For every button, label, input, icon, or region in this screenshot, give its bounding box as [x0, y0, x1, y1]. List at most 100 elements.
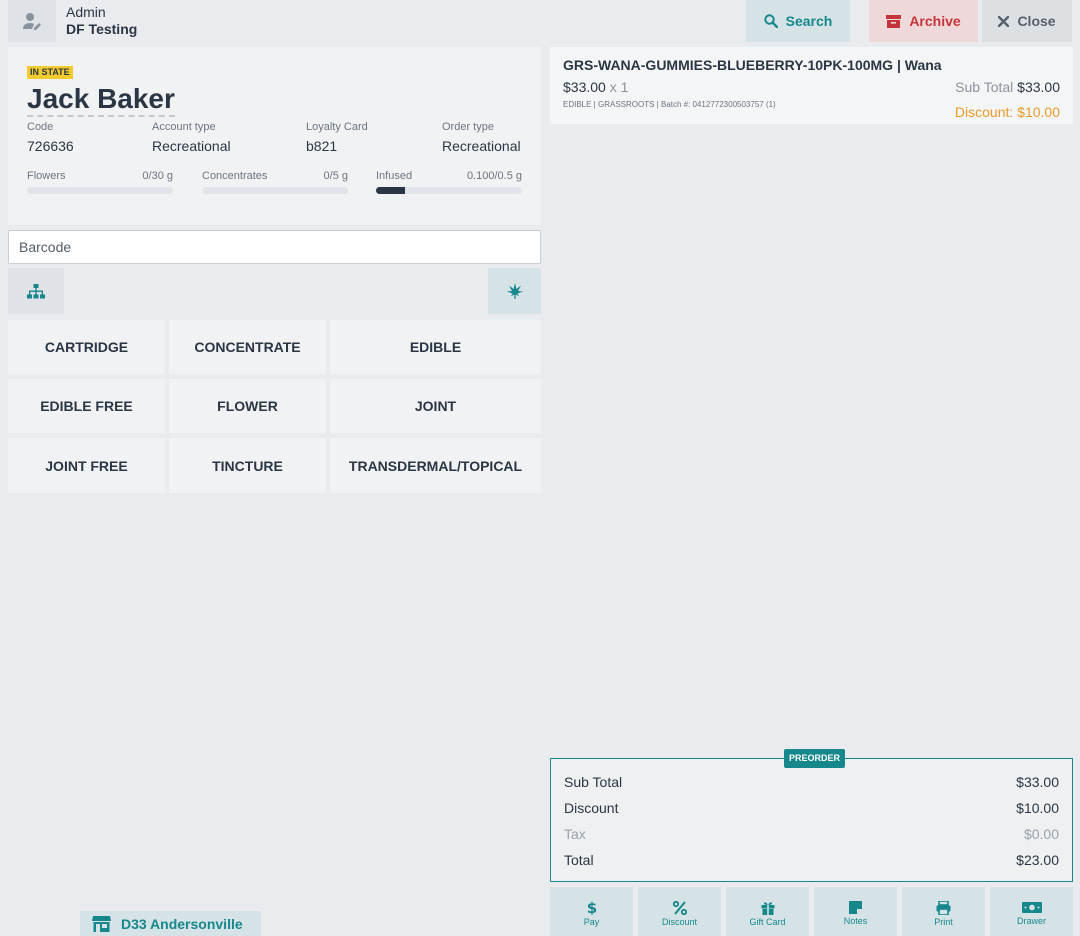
customer-code: Code 726636 — [27, 121, 74, 155]
store-name: D33 Andersonville — [121, 915, 243, 932]
archive-icon — [886, 14, 902, 28]
discount-label: Discount — [661, 916, 697, 927]
in-state-badge: IN STATE — [27, 66, 73, 79]
limit-flowers: Flowers 0/30 g — [27, 170, 173, 194]
gift-card-button[interactable]: Gift Card — [726, 887, 809, 936]
limit-progress-bar — [376, 187, 522, 194]
category-cartridge[interactable]: CARTRIDGE — [8, 320, 165, 374]
cart-item-price: $33.00 x 1 — [563, 79, 628, 95]
totals-label: Sub Total — [564, 774, 623, 790]
barcode-input[interactable] — [8, 230, 541, 264]
cart-item-unit-price: $33.00 — [563, 79, 606, 95]
order-totals: PREORDER Sub Total $33.00 Discount $10.0… — [550, 749, 1073, 882]
limit-concentrates: Concentrates 0/5 g — [202, 170, 348, 194]
svg-text:$: $ — [586, 900, 596, 915]
print-button[interactable]: Print — [902, 887, 985, 936]
limit-label: Concentrates — [202, 170, 268, 182]
order-type-value: Recreational — [442, 138, 521, 154]
user-store: DF Testing — [66, 21, 138, 37]
category-transdermal-topical[interactable]: TRANSDERMAL/TOPICAL — [330, 438, 541, 493]
archive-button[interactable]: Archive — [869, 0, 978, 42]
gift-card-label: Gift Card — [749, 916, 786, 927]
close-label: Close — [1017, 13, 1056, 29]
account-type-label: Account type — [152, 121, 216, 133]
search-button[interactable]: Search — [746, 0, 850, 42]
cash-drawer-icon — [1021, 902, 1042, 913]
close-button[interactable]: Close — [982, 0, 1072, 42]
user-info: Admin DF Testing — [66, 4, 137, 38]
dollar-icon: $ — [586, 900, 596, 915]
customer-panel: IN STATE Jack Baker Code 726636 Account … — [8, 47, 541, 225]
category-joint-free[interactable]: JOINT FREE — [8, 438, 165, 493]
close-icon — [998, 15, 1010, 27]
limit-label: Infused — [376, 170, 413, 182]
order-type-label: Order type — [442, 121, 494, 133]
cart-item-subtotal-label: Sub Total — [955, 79, 1014, 95]
printer-icon — [936, 900, 951, 915]
category-concentrate[interactable]: CONCENTRATE — [169, 320, 326, 374]
drawer-button[interactable]: Drawer — [990, 887, 1073, 936]
totals-value: $0.00 — [1023, 826, 1059, 842]
user-edit-icon — [23, 13, 41, 30]
drawer-label: Drawer — [1016, 916, 1046, 926]
limit-progress-bar — [202, 187, 348, 194]
cart-item-meta: EDIBLE | GRASSROOTS | Batch #: 041277230… — [563, 100, 776, 109]
totals-label: Discount — [564, 800, 619, 816]
notes-label: Notes — [843, 916, 868, 926]
cart-line-item[interactable]: GRS-WANA-GUMMIES-BLUEBERRY-10PK-100MG | … — [550, 47, 1073, 124]
totals-label: Tax — [564, 826, 586, 842]
user-avatar-button[interactable] — [8, 0, 56, 42]
archive-label: Archive — [909, 13, 961, 29]
cart-item-qty: x 1 — [609, 79, 629, 95]
customer-loyalty-card: Loyalty Card b821 — [306, 121, 368, 155]
cart-item-subtotal: Sub Total $33.00 — [955, 79, 1060, 95]
cannabis-leaf-icon — [506, 283, 523, 299]
limit-value: 0.100/0.5 g — [466, 170, 522, 182]
pay-button[interactable]: $ Pay — [550, 887, 633, 936]
totals-value: $33.00 — [1016, 774, 1059, 790]
cannabis-filter-button[interactable] — [488, 268, 541, 314]
customer-order-type: Order type Recreational — [442, 121, 521, 155]
category-tincture[interactable]: TINCTURE — [169, 438, 326, 493]
notes-button[interactable]: Notes — [814, 887, 897, 936]
cart-item-title: GRS-WANA-GUMMIES-BLUEBERRY-10PK-100MG | … — [563, 57, 942, 73]
loyalty-card-value: b821 — [306, 138, 338, 154]
pay-label: Pay — [583, 917, 600, 927]
limit-value: 0/30 g — [142, 170, 173, 182]
category-edible-free[interactable]: EDIBLE FREE — [8, 379, 165, 433]
cart-item-discount: Discount: $10.00 — [954, 104, 1060, 120]
totals-value: $10.00 — [1016, 800, 1059, 816]
category-joint[interactable]: JOINT — [330, 379, 541, 433]
account-type-value: Recreational — [152, 138, 231, 154]
customer-account-type: Account type Recreational — [152, 121, 231, 155]
store-icon — [92, 915, 111, 932]
category-flower[interactable]: FLOWER — [169, 379, 326, 433]
sitemap-icon — [27, 283, 45, 298]
limit-progress-fill — [376, 187, 406, 194]
limit-infused: Infused 0.100/0.5 g — [376, 170, 522, 194]
search-icon — [763, 14, 778, 28]
print-label: Print — [934, 916, 953, 927]
category-edible[interactable]: EDIBLE — [330, 320, 541, 374]
category-tree-button[interactable] — [8, 268, 64, 314]
percent-icon — [672, 900, 687, 915]
loyalty-card-label: Loyalty Card — [306, 121, 368, 133]
totals-row-subtotal: Sub Total $33.00 — [564, 774, 1059, 790]
customer-name[interactable]: Jack Baker — [27, 83, 175, 117]
code-label: Code — [27, 121, 54, 133]
totals-row-total: Total $23.00 — [564, 852, 1059, 868]
limit-label: Flowers — [27, 170, 66, 182]
note-icon — [849, 901, 862, 914]
limit-value: 0/5 g — [323, 170, 348, 182]
code-value: 726636 — [27, 138, 74, 154]
totals-value: $23.00 — [1016, 852, 1059, 868]
totals-label: Total — [564, 852, 594, 868]
limit-progress-bar — [27, 187, 173, 194]
discount-button[interactable]: Discount — [638, 887, 721, 936]
search-label: Search — [785, 13, 833, 29]
cart-item-subtotal-value: $33.00 — [1017, 79, 1060, 95]
totals-row-discount: Discount $10.00 — [564, 800, 1059, 816]
totals-row-tax: Tax $0.00 — [564, 826, 1059, 842]
store-selector[interactable]: D33 Andersonville — [80, 911, 261, 936]
gift-icon — [761, 901, 774, 915]
